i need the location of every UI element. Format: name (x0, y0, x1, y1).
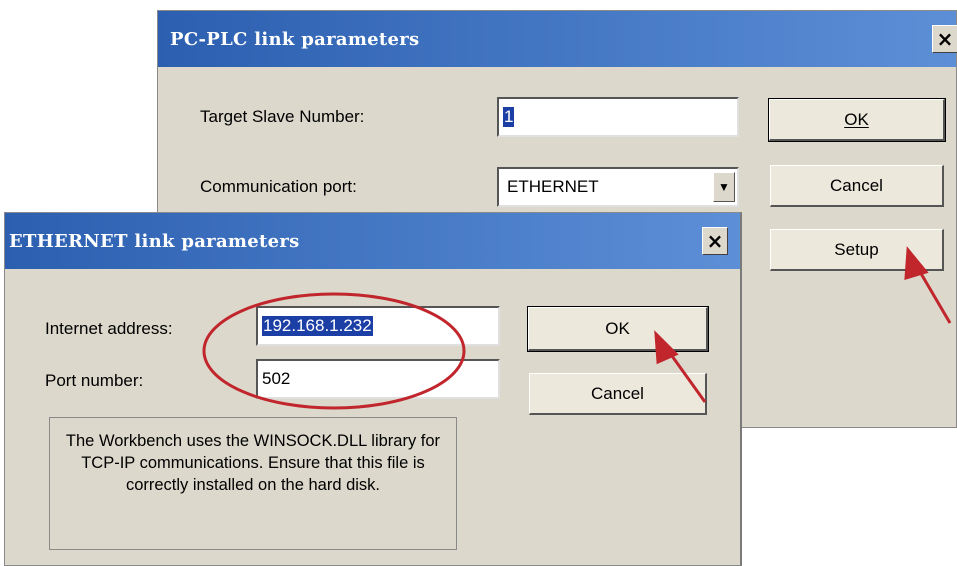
target-slave-label: Target Slave Number: (200, 107, 365, 126)
port-number-value: 502 (262, 369, 291, 388)
plc-cancel-button[interactable]: Cancel (770, 165, 944, 207)
close-icon[interactable]: × (932, 25, 957, 53)
internet-address-input[interactable]: 192.168.1.232 (256, 306, 500, 346)
chevron-down-icon[interactable]: ▼ (713, 172, 735, 202)
ethernet-titlebar[interactable]: ETHERNET link parameters × (5, 213, 740, 269)
pc-plc-titlebar[interactable]: PC-PLC link parameters × (158, 11, 957, 67)
target-slave-value: 1 (503, 107, 515, 127)
port-number-input[interactable]: 502 (256, 359, 500, 399)
plc-ok-button[interactable]: OK (768, 98, 946, 142)
winsock-info-box: The Workbench uses the WINSOCK.DLL libra… (49, 417, 457, 550)
ethernet-dialog-title: ETHERNET link parameters (9, 230, 300, 252)
ethernet-link-dialog: ETHERNET link parameters × Internet addr… (4, 212, 742, 566)
target-slave-input[interactable]: 1 (497, 97, 739, 137)
port-number-label: Port number: (45, 371, 144, 390)
close-glyph: × (706, 229, 724, 253)
ethernet-cancel-label: Cancel (591, 383, 644, 403)
setup-label: Setup (834, 239, 879, 259)
setup-button[interactable]: Setup (770, 229, 944, 271)
internet-address-label: Internet address: (45, 319, 173, 338)
close-glyph: × (936, 27, 954, 51)
communication-port-select[interactable]: ETHERNET ▼ (497, 167, 739, 207)
communication-port-label: Communication port: (200, 177, 357, 196)
ethernet-cancel-button[interactable]: Cancel (529, 373, 707, 415)
ethernet-ok-button[interactable]: OK (527, 306, 709, 352)
communication-port-value: ETHERNET (507, 177, 599, 196)
close-icon[interactable]: × (702, 227, 728, 255)
internet-address-value: 192.168.1.232 (262, 316, 373, 336)
pc-plc-dialog-title: PC-PLC link parameters (170, 28, 420, 50)
ethernet-ok-label: OK (605, 318, 630, 338)
plc-cancel-label: Cancel (830, 175, 883, 195)
plc-ok-label: OK (844, 109, 869, 129)
